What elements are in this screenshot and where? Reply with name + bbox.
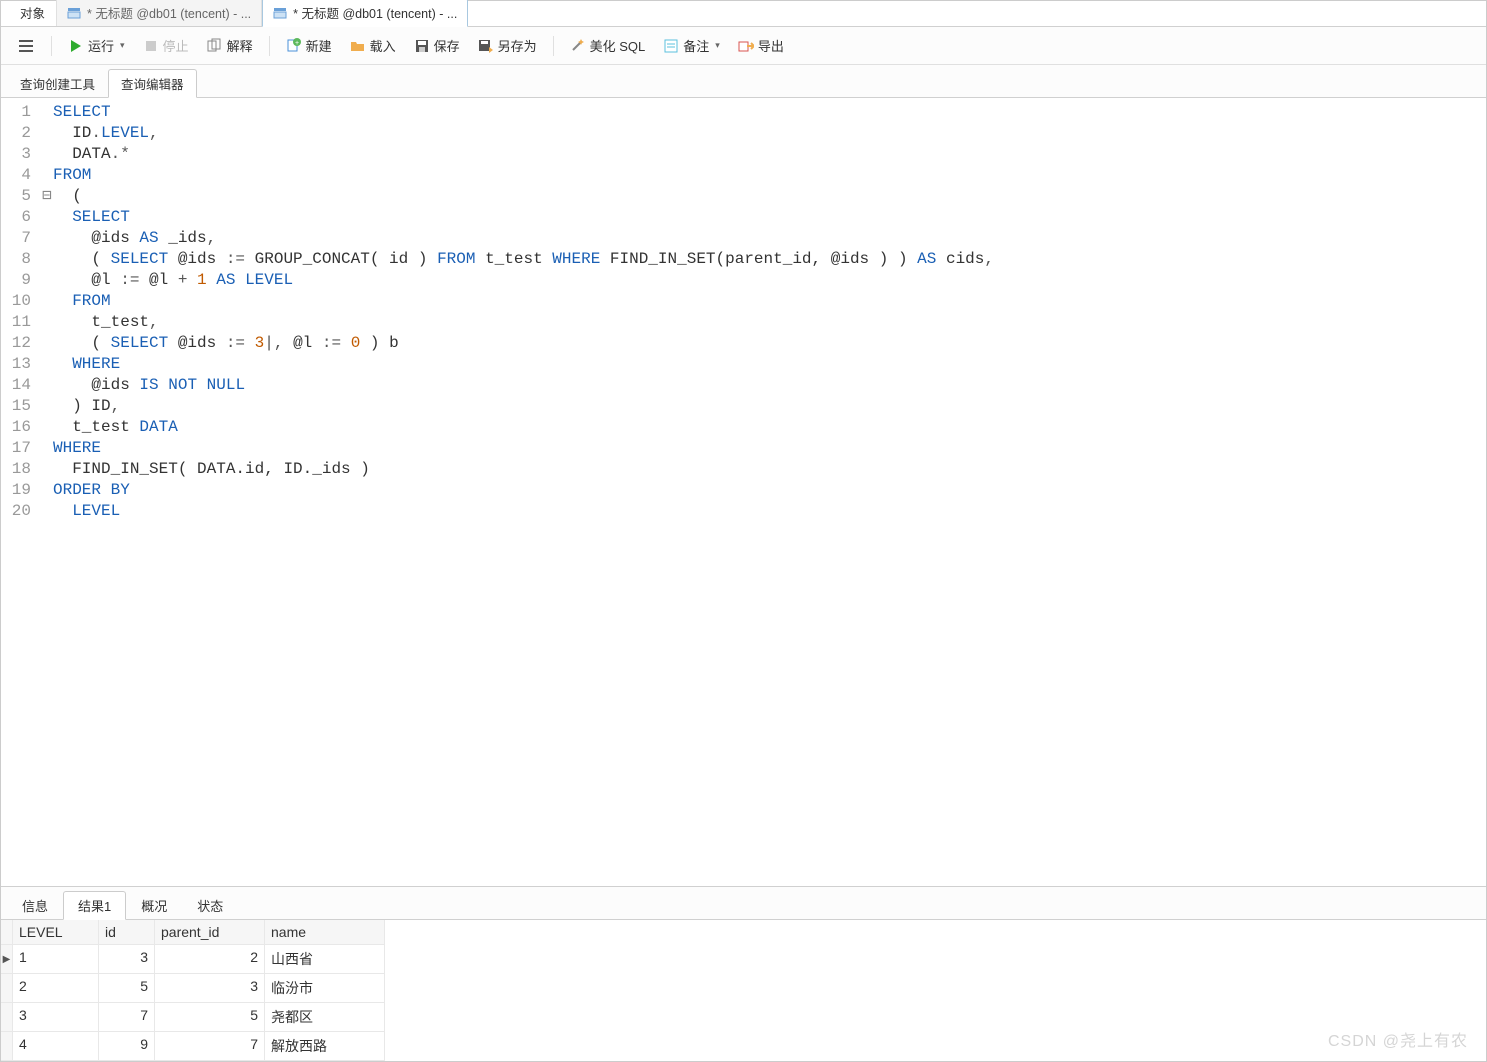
- query-tab-icon: [67, 6, 81, 20]
- tab-query-2-label: * 无标题 @db01 (tencent) - ...: [293, 3, 457, 22]
- results-grid[interactable]: LEVEL id parent_id name ▶132山西省253临汾市375…: [1, 920, 1486, 1061]
- hamburger-icon: [17, 38, 35, 54]
- table-row[interactable]: ▶132山西省: [1, 945, 1486, 974]
- results-tabbar: 信息 结果1 概况 状态: [1, 887, 1486, 920]
- floppy-icon: [414, 38, 430, 54]
- save-button[interactable]: 保存: [408, 33, 466, 58]
- cell-level[interactable]: 2: [13, 974, 99, 1003]
- export-button[interactable]: 导出: [732, 33, 790, 58]
- export-label: 导出: [758, 36, 784, 55]
- comment-button[interactable]: 备注 ▾: [657, 33, 726, 58]
- cell-name[interactable]: 山西省: [265, 945, 385, 974]
- load-label: 载入: [370, 36, 396, 55]
- cell-name[interactable]: 尧都区: [265, 1003, 385, 1032]
- cell-id[interactable]: 3: [99, 945, 155, 974]
- explain-button[interactable]: 解释: [201, 33, 259, 58]
- fold-toggle-icon[interactable]: ⊟: [41, 186, 53, 207]
- tab-query-builder[interactable]: 查询创建工具: [7, 69, 108, 97]
- row-indicator-icon: [1, 1003, 13, 1032]
- cell-pid[interactable]: 7: [155, 1032, 265, 1061]
- separator: [553, 36, 554, 56]
- chevron-down-icon: ▾: [715, 40, 720, 51]
- row-handle-header: [1, 920, 13, 945]
- cell-id[interactable]: 7: [99, 1003, 155, 1032]
- col-header-id[interactable]: id: [99, 920, 155, 945]
- document-tabbar: 对象 * 无标题 @db01 (tencent) - ... * 无标题 @db…: [1, 1, 1486, 27]
- row-indicator-icon: [1, 1032, 13, 1061]
- tab-query-editor[interactable]: 查询编辑器: [108, 69, 197, 98]
- svg-text:+: +: [295, 40, 299, 47]
- row-indicator-icon: [1, 974, 13, 1003]
- table-row[interactable]: 253临汾市: [1, 974, 1486, 1003]
- line-number-gutter: 1234567891011121314151617181920: [1, 98, 37, 886]
- stop-button[interactable]: 停止: [137, 33, 195, 58]
- cell-pid[interactable]: 5: [155, 1003, 265, 1032]
- cell-name[interactable]: 临汾市: [265, 974, 385, 1003]
- stop-icon: [143, 38, 159, 54]
- tab-result1[interactable]: 结果1: [63, 891, 126, 920]
- tab-objects-label: 对象: [20, 3, 45, 22]
- col-header-level[interactable]: LEVEL: [13, 920, 99, 945]
- magic-wand-icon: [570, 38, 586, 54]
- tab-status[interactable]: 状态: [182, 891, 238, 919]
- explain-icon: [207, 38, 223, 54]
- explain-label: 解释: [227, 36, 253, 55]
- tab-query-1[interactable]: * 无标题 @db01 (tencent) - ...: [56, 0, 262, 26]
- code-area[interactable]: SELECT ID.LEVEL, DATA.* FROM⊟ ( SELECT @…: [37, 98, 994, 886]
- table-row[interactable]: 375尧都区: [1, 1003, 1486, 1032]
- tab-query-1-label: * 无标题 @db01 (tencent) - ...: [87, 3, 251, 22]
- query-tab-icon: [273, 6, 287, 20]
- comment-label: 备注: [683, 36, 709, 55]
- export-icon: [738, 38, 754, 54]
- tab-objects[interactable]: 对象: [9, 0, 56, 26]
- cell-level[interactable]: 1: [13, 945, 99, 974]
- beautify-label: 美化 SQL: [590, 36, 646, 55]
- load-button[interactable]: 载入: [344, 33, 402, 58]
- cell-pid[interactable]: 3: [155, 974, 265, 1003]
- new-label: 新建: [306, 36, 332, 55]
- watermark-text: CSDN @尧上有农: [1328, 1027, 1468, 1051]
- run-label: 运行: [88, 36, 114, 55]
- save-as-label: 另存为: [498, 36, 537, 55]
- cell-id[interactable]: 5: [99, 974, 155, 1003]
- tab-query-2[interactable]: * 无标题 @db01 (tencent) - ...: [262, 0, 468, 27]
- grid-header-row: LEVEL id parent_id name: [1, 920, 1486, 945]
- cell-level[interactable]: 3: [13, 1003, 99, 1032]
- chevron-down-icon: ▾: [120, 40, 125, 51]
- sql-editor[interactable]: 1234567891011121314151617181920 SELECT I…: [1, 98, 1486, 886]
- cell-name[interactable]: 解放西路: [265, 1032, 385, 1061]
- row-indicator-icon: ▶: [1, 945, 13, 974]
- stop-label: 停止: [163, 36, 189, 55]
- results-pane: 信息 结果1 概况 状态 LEVEL id parent_id name ▶13…: [1, 886, 1486, 1061]
- new-icon: +: [286, 38, 302, 54]
- tab-profile[interactable]: 概况: [126, 891, 182, 919]
- cell-level[interactable]: 4: [13, 1032, 99, 1061]
- editor-subtabs: 查询创建工具 查询编辑器: [1, 65, 1486, 98]
- new-button[interactable]: + 新建: [280, 33, 338, 58]
- menu-button[interactable]: [11, 35, 41, 57]
- table-row[interactable]: 497解放西路: [1, 1032, 1486, 1061]
- save-label: 保存: [434, 36, 460, 55]
- save-as-button[interactable]: 另存为: [472, 33, 543, 58]
- play-icon: [68, 38, 84, 54]
- floppy-arrow-icon: [478, 38, 494, 54]
- cell-id[interactable]: 9: [99, 1032, 155, 1061]
- tab-info[interactable]: 信息: [7, 891, 63, 919]
- separator: [269, 36, 270, 56]
- beautify-button[interactable]: 美化 SQL: [564, 33, 652, 58]
- main-toolbar: 运行 ▾ 停止 解释 + 新建 载入 保存 另存为: [1, 27, 1486, 65]
- run-button[interactable]: 运行 ▾: [62, 33, 131, 58]
- folder-open-icon: [350, 38, 366, 54]
- separator: [51, 36, 52, 56]
- col-header-parent-id[interactable]: parent_id: [155, 920, 265, 945]
- cell-pid[interactable]: 2: [155, 945, 265, 974]
- col-header-name[interactable]: name: [265, 920, 385, 945]
- note-icon: [663, 38, 679, 54]
